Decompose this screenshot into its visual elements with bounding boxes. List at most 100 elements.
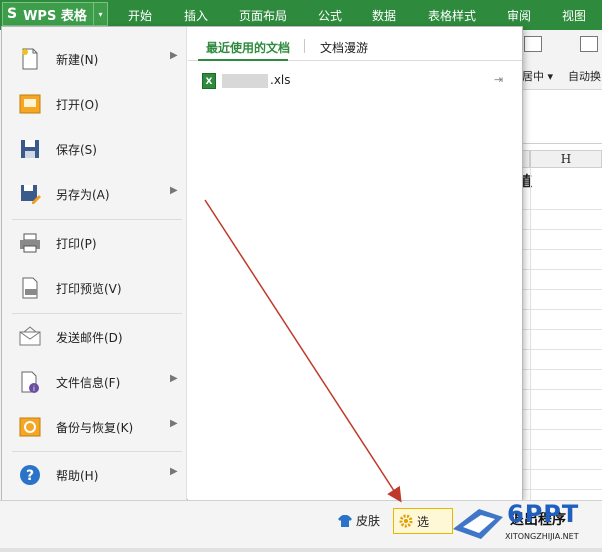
menu-item-print-preview[interactable]: 打印预览(V) bbox=[2, 266, 187, 310]
open-folder-icon bbox=[19, 94, 41, 114]
grid-row bbox=[522, 330, 602, 350]
grid-row bbox=[522, 470, 602, 490]
bottom-edge bbox=[0, 548, 602, 552]
printer-icon bbox=[20, 233, 40, 253]
grid-row bbox=[522, 290, 602, 310]
shirt-icon bbox=[338, 514, 352, 527]
svg-text:?: ? bbox=[26, 468, 34, 484]
menu-item-label: 新建(N) bbox=[56, 53, 99, 67]
svg-text:i: i bbox=[33, 385, 35, 393]
menu-item-label: 打印预览(V) bbox=[56, 282, 122, 296]
file-menu: 新建(N) ▶ 打开(O) 保存(S) 另存为(A) ▶ 打印(P) 打印预览(… bbox=[1, 26, 523, 501]
grid-row bbox=[522, 190, 602, 210]
file-extension: .xls bbox=[270, 73, 291, 87]
menu-divider bbox=[12, 219, 182, 220]
xls-file-icon: X bbox=[202, 73, 216, 89]
menu-item-file-info[interactable]: i 文件信息(F) ▶ bbox=[2, 360, 187, 404]
submenu-arrow-icon: ▶ bbox=[170, 185, 178, 196]
skin-button[interactable]: 皮肤 bbox=[338, 512, 380, 529]
menu-item-print[interactable]: 打印(P) bbox=[2, 221, 187, 265]
print-preview-icon bbox=[22, 277, 38, 299]
submenu-arrow-icon: ▶ bbox=[170, 418, 178, 429]
submenu-arrow-icon: ▶ bbox=[170, 373, 178, 384]
tab-page-layout[interactable]: 页面布局 bbox=[239, 7, 287, 24]
menu-item-save[interactable]: 保存(S) bbox=[2, 127, 187, 171]
pin-icon[interactable]: ⇥ bbox=[494, 73, 503, 86]
watermark-subtext: XITONGZHIJIA.NET bbox=[505, 532, 579, 541]
menu-item-save-as[interactable]: 另存为(A) ▶ bbox=[2, 172, 187, 216]
watermark-logo-icon bbox=[453, 509, 503, 539]
recent-file-item[interactable]: X .xls ⇥ bbox=[198, 71, 514, 91]
grid-row bbox=[522, 430, 602, 450]
help-icon: ? bbox=[20, 465, 40, 485]
menu-divider bbox=[12, 313, 182, 314]
grid-row bbox=[522, 390, 602, 410]
envelope-icon bbox=[19, 326, 41, 346]
tab-review[interactable]: 审阅 bbox=[507, 7, 531, 24]
grid-row bbox=[522, 250, 602, 270]
submenu-arrow-icon: ▶ bbox=[170, 50, 178, 61]
menu-item-label: 另存为(A) bbox=[56, 188, 110, 202]
menu-item-help[interactable]: ? 帮助(H) ▶ bbox=[2, 453, 187, 497]
save-disk-icon bbox=[21, 140, 39, 158]
recent-tabs: 最近使用的文档 文档漫游 bbox=[188, 27, 522, 61]
menu-item-label: 帮助(H) bbox=[56, 469, 99, 483]
grid-row bbox=[522, 270, 602, 290]
tab-insert[interactable]: 插入 bbox=[184, 7, 208, 24]
menu-item-label: 备份与恢复(K) bbox=[56, 421, 134, 435]
tab-home[interactable]: 开始 bbox=[128, 7, 152, 24]
app-title: WPS 表格 bbox=[23, 8, 87, 24]
grid-row bbox=[522, 410, 602, 430]
save-as-icon bbox=[21, 185, 41, 204]
menu-item-label: 打印(P) bbox=[56, 237, 97, 251]
column-header-g[interactable] bbox=[522, 150, 530, 168]
grid-row bbox=[522, 310, 602, 330]
site-watermark: 6PPT XITONGZHIJIA.NET bbox=[447, 499, 602, 549]
new-document-icon bbox=[22, 48, 38, 70]
watermark-text: 6PPT bbox=[507, 500, 580, 528]
grid-row bbox=[522, 210, 602, 230]
merge-center-button[interactable]: 居中 ▾ bbox=[522, 68, 553, 84]
backup-restore-icon bbox=[19, 417, 41, 437]
menu-item-label: 保存(S) bbox=[56, 143, 97, 157]
auto-wrap-button[interactable]: 自动换 bbox=[568, 68, 601, 84]
menu-item-label: 文件信息(F) bbox=[56, 376, 121, 390]
skin-label: 皮肤 bbox=[356, 514, 381, 528]
menu-divider bbox=[12, 451, 182, 452]
grid-row bbox=[522, 230, 602, 250]
recent-documents-panel: 最近使用的文档 文档漫游 X .xls ⇥ bbox=[188, 27, 522, 501]
wrap-text-icon[interactable] bbox=[580, 36, 598, 52]
wps-logo-button[interactable]: S WPS 表格 ▾ bbox=[2, 2, 108, 26]
tab-table-style[interactable]: 表格样式 bbox=[428, 7, 476, 24]
menu-item-open[interactable]: 打开(O) bbox=[2, 82, 187, 126]
tab-document-roaming[interactable]: 文档漫游 bbox=[320, 39, 368, 56]
toolbar-strip: 居中 ▾ 自动换 bbox=[522, 30, 602, 90]
merge-center-icon[interactable] bbox=[524, 36, 542, 52]
menu-item-label: 打开(O) bbox=[56, 98, 99, 112]
spreadsheet-area: 居中 ▾ 自动换 H 值 bbox=[518, 30, 602, 550]
tab-data[interactable]: 数据 bbox=[372, 7, 396, 24]
tab-formula[interactable]: 公式 bbox=[318, 7, 342, 24]
blurred-filename bbox=[222, 74, 268, 88]
tab-divider bbox=[304, 39, 305, 53]
menu-item-send-mail[interactable]: 发送邮件(D) bbox=[2, 315, 187, 359]
options-button[interactable]: 选 bbox=[393, 508, 453, 534]
formula-bar[interactable] bbox=[522, 122, 602, 144]
chevron-down-icon[interactable]: ▾ bbox=[93, 2, 107, 26]
gear-icon bbox=[399, 514, 413, 528]
wps-logo-icon: S bbox=[7, 6, 18, 22]
column-header-h[interactable]: H bbox=[530, 150, 602, 168]
grid-row bbox=[522, 370, 602, 390]
submenu-arrow-icon: ▶ bbox=[170, 466, 178, 477]
tab-recent-documents[interactable]: 最近使用的文档 bbox=[206, 39, 290, 56]
active-tab-indicator bbox=[198, 59, 288, 61]
file-menu-list: 新建(N) ▶ 打开(O) 保存(S) 另存为(A) ▶ 打印(P) 打印预览(… bbox=[2, 27, 187, 501]
grid-row bbox=[522, 350, 602, 370]
options-label: 选 bbox=[417, 514, 430, 529]
menu-item-backup-restore[interactable]: 备份与恢复(K) ▶ bbox=[2, 405, 187, 449]
menu-item-new[interactable]: 新建(N) ▶ bbox=[2, 37, 187, 81]
tab-view[interactable]: 视图 bbox=[562, 7, 586, 24]
grid-row bbox=[522, 450, 602, 470]
menu-item-label: 发送邮件(D) bbox=[56, 331, 123, 345]
file-info-icon: i bbox=[21, 371, 39, 393]
